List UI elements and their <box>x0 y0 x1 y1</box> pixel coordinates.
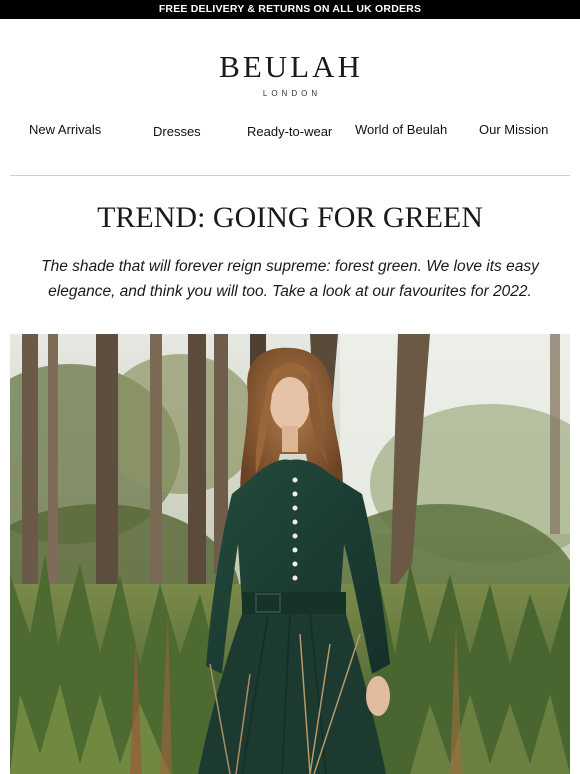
nav-item-dresses[interactable]: Dresses <box>153 124 201 139</box>
brand-subtitle: LONDON <box>262 89 322 98</box>
header-divider <box>10 175 570 176</box>
promo-banner[interactable]: FREE DELIVERY & RETURNS ON ALL UK ORDERS <box>0 0 580 19</box>
hero-image[interactable] <box>10 334 570 774</box>
brand-name: BEULAH <box>219 49 363 84</box>
main-nav: New Arrivals Dresses Ready-to-wear World… <box>0 122 580 140</box>
nav-item-our-mission[interactable]: Our Mission <box>479 122 548 137</box>
nav-item-new-arrivals[interactable]: New Arrivals <box>29 122 101 137</box>
brand-logo[interactable]: BEULAH LONDON <box>0 49 580 99</box>
nav-item-ready-to-wear[interactable]: Ready-to-wear <box>247 124 332 139</box>
article-title: TREND: GOING FOR GREEN <box>97 201 483 234</box>
nav-item-world-of-beulah[interactable]: World of Beulah <box>355 122 447 137</box>
article-intro: The shade that will forever reign suprem… <box>41 258 539 300</box>
